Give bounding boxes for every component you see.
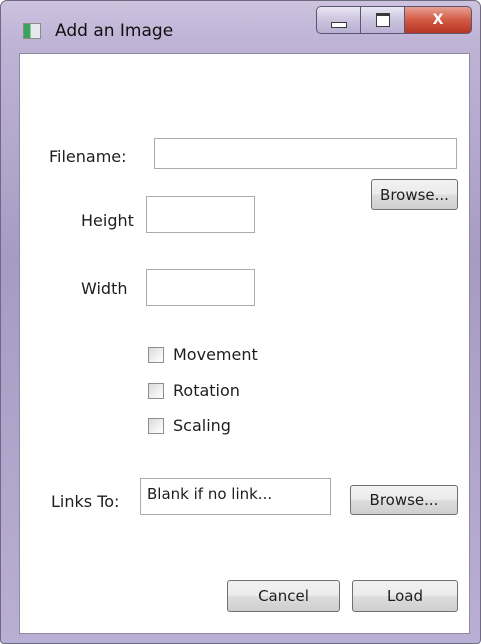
window-title: Add an Image	[55, 21, 174, 41]
close-button[interactable]: X	[405, 6, 472, 34]
title-bar[interactable]: Add an Image X	[1, 1, 480, 51]
rotation-checkbox-row[interactable]: Rotation	[148, 381, 240, 400]
dialog-window: Add an Image X Filename: Browse... Heigh…	[0, 0, 481, 644]
filename-label: Filename:	[49, 147, 127, 166]
height-input[interactable]	[146, 196, 255, 233]
cancel-button[interactable]: Cancel	[227, 580, 340, 612]
maximize-icon	[375, 13, 390, 27]
dialog-content: Filename: Browse... Height Width Movemen…	[19, 53, 470, 634]
scaling-label: Scaling	[173, 416, 231, 435]
window-controls: X	[316, 6, 472, 36]
minimize-button[interactable]	[316, 6, 361, 34]
links-browse-button[interactable]: Browse...	[350, 485, 458, 515]
links-to-input[interactable]: Blank if no link...	[140, 478, 331, 515]
movement-label: Movement	[173, 345, 258, 364]
height-label: Height	[81, 211, 134, 230]
width-label: Width	[81, 279, 128, 298]
links-to-label: Links To:	[51, 492, 120, 511]
width-input[interactable]	[146, 269, 255, 306]
load-button[interactable]: Load	[352, 580, 458, 612]
scaling-checkbox[interactable]	[148, 417, 164, 434]
filename-browse-button[interactable]: Browse...	[371, 179, 458, 210]
filename-input[interactable]	[154, 138, 457, 169]
scaling-checkbox-row[interactable]: Scaling	[148, 416, 231, 435]
rotation-checkbox[interactable]	[148, 382, 164, 399]
close-icon: X	[432, 12, 444, 28]
maximize-button[interactable]	[361, 6, 405, 34]
rotation-label: Rotation	[173, 381, 240, 400]
movement-checkbox[interactable]	[148, 346, 164, 363]
movement-checkbox-row[interactable]: Movement	[148, 345, 258, 364]
minimize-icon	[330, 22, 347, 28]
app-window-icon	[23, 23, 41, 39]
